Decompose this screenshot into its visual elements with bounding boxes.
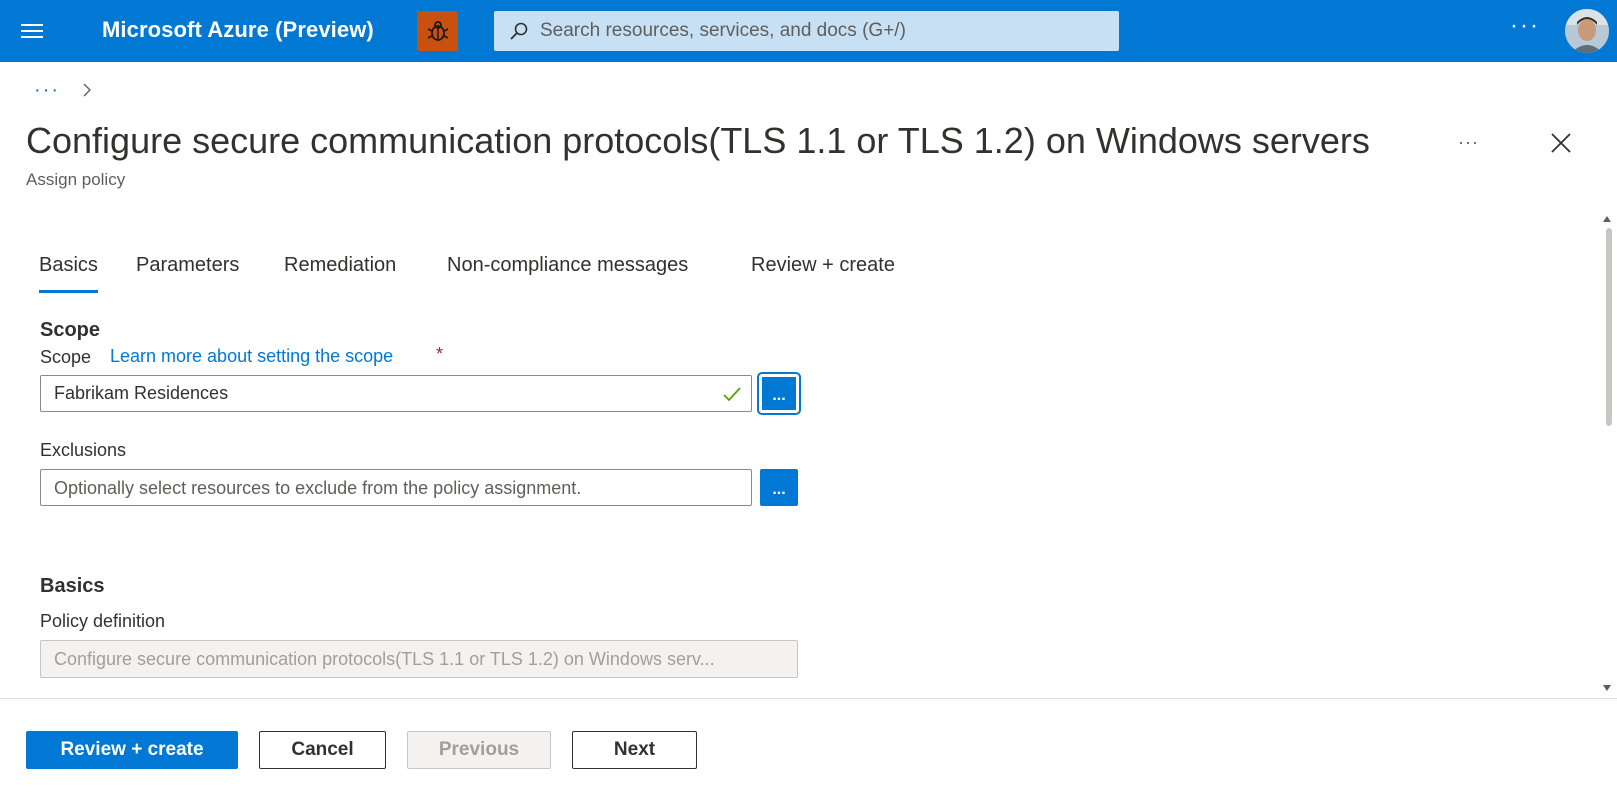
tab-basics[interactable]: Basics xyxy=(39,254,98,277)
tab-parameters[interactable]: Parameters xyxy=(136,254,239,277)
exclusions-field[interactable]: Optionally select resources to exclude f… xyxy=(40,469,752,506)
exclusions-placeholder: Optionally select resources to exclude f… xyxy=(54,478,582,498)
scope-browse-label: ... xyxy=(772,386,786,404)
close-icon xyxy=(1551,133,1571,153)
policy-definition-value: Configure secure communication protocols… xyxy=(54,649,715,669)
tab-review-create[interactable]: Review + create xyxy=(751,254,895,277)
active-tab-indicator xyxy=(39,290,98,293)
close-button[interactable] xyxy=(1548,130,1574,156)
policy-definition-field: Configure secure communication protocols… xyxy=(40,640,798,678)
hamburger-menu-icon[interactable] xyxy=(18,18,46,44)
search-icon xyxy=(508,20,530,42)
next-button[interactable]: Next xyxy=(572,731,697,769)
breadcrumb: ··· xyxy=(34,80,94,100)
scroll-up-arrow-icon[interactable] xyxy=(1601,211,1613,222)
scope-browse-button[interactable]: ... xyxy=(757,372,801,415)
learn-more-scope-link[interactable]: Learn more about setting the scope xyxy=(110,346,393,367)
previous-button: Previous xyxy=(407,731,551,769)
bug-icon xyxy=(427,21,448,41)
review-create-button[interactable]: Review + create xyxy=(26,731,238,769)
scroll-down-arrow-icon[interactable] xyxy=(1601,680,1613,691)
footer-divider xyxy=(0,698,1617,699)
exclusions-browse-label: ... xyxy=(772,480,786,498)
chevron-right-icon xyxy=(82,81,94,99)
required-marker: * xyxy=(436,344,444,364)
vertical-scrollbar-thumb[interactable] xyxy=(1606,228,1612,426)
exclusions-browse-button[interactable]: ... xyxy=(760,469,798,506)
search-input[interactable]: Search resources, services, and docs (G+… xyxy=(540,20,906,42)
checkmark-icon xyxy=(722,385,742,403)
page-subtitle: Assign policy xyxy=(26,170,126,189)
cancel-button[interactable]: Cancel xyxy=(259,731,386,769)
blade-more-button[interactable]: ··· xyxy=(1458,132,1479,153)
global-search-box[interactable]: Search resources, services, and docs (G+… xyxy=(494,11,1119,51)
scope-section-header: Scope xyxy=(40,319,101,341)
breadcrumb-more-link[interactable]: ··· xyxy=(34,80,60,100)
avatar[interactable] xyxy=(1565,9,1609,53)
user-photo-icon xyxy=(1565,9,1609,53)
portal-brand[interactable]: Microsoft Azure (Preview) xyxy=(102,17,374,43)
scope-value: Fabrikam Residences xyxy=(54,383,229,403)
topbar-more-button[interactable]: ··· xyxy=(1510,14,1540,38)
scope-field[interactable]: Fabrikam Residences xyxy=(40,375,752,412)
policy-definition-label: Policy definition xyxy=(40,611,166,631)
scope-label: Scope xyxy=(40,347,92,367)
tab-non-compliance-messages[interactable]: Non-compliance messages xyxy=(447,254,688,277)
feedback-bug-button[interactable] xyxy=(417,11,458,51)
page-title: Configure secure communication protocols… xyxy=(26,120,1370,161)
basics-section-header: Basics xyxy=(40,575,105,597)
top-bar: Microsoft Azure (Preview) Search resourc… xyxy=(0,0,1617,62)
tab-remediation[interactable]: Remediation xyxy=(284,254,396,277)
exclusions-label: Exclusions xyxy=(40,440,127,460)
